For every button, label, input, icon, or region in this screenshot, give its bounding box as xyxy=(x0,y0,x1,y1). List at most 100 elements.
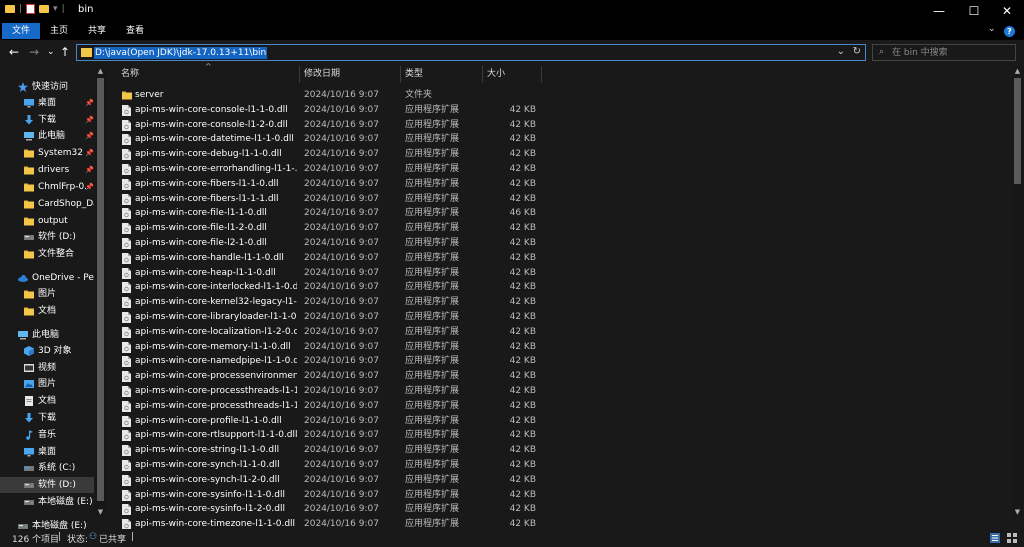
file-row[interactable]: api-ms-win-core-console-l1-1-0.dll 2024/1… xyxy=(113,103,553,118)
customize-dropdown-icon[interactable]: ▾ xyxy=(53,4,58,14)
file-row[interactable]: api-ms-win-core-file-l2-1-0.dll 2024/10/1… xyxy=(113,236,553,251)
nav-item[interactable]: 系统 (C:) xyxy=(0,460,94,476)
minimize-button[interactable]: — xyxy=(922,0,956,22)
file-row[interactable]: api-ms-win-core-debug-l1-1-0.dll 2024/10/… xyxy=(113,147,553,162)
file-row[interactable]: api-ms-win-core-fibers-l1-1-1.dll 2024/10… xyxy=(113,192,553,207)
column-header-name[interactable]: 名称 xyxy=(121,66,139,83)
nav-item[interactable]: CardShop_Da xyxy=(0,196,94,212)
scroll-up-icon[interactable]: ▲ xyxy=(95,66,106,76)
file-row[interactable]: api-ms-win-core-processthreads-l1-1... 20… xyxy=(113,384,553,399)
nav-item[interactable]: 桌面 📌 xyxy=(0,95,94,111)
file-type: 应用程序扩展 xyxy=(405,282,460,293)
file-row[interactable]: api-ms-win-core-datetime-l1-1-0.dll 2024/… xyxy=(113,132,553,147)
up-icon[interactable]: ↑ xyxy=(60,45,70,59)
column-divider[interactable] xyxy=(482,66,483,83)
file-row[interactable]: api-ms-win-core-sysinfo-l1-2-0.dll 2024/1… xyxy=(113,502,553,517)
list-scrollbar[interactable]: ▲ ▼ xyxy=(1012,66,1023,517)
file-row[interactable]: api-ms-win-core-localization-l1-2-0.dll 2… xyxy=(113,325,553,340)
nav-item[interactable]: 本地磁盘 (E:) xyxy=(0,494,94,510)
nav-item[interactable]: 3D 对象 xyxy=(0,343,94,359)
tab-share[interactable]: 共享 xyxy=(78,23,116,39)
column-header-date[interactable]: 修改日期 xyxy=(304,66,340,83)
file-name: api-ms-win-core-file-l2-1-0.dll xyxy=(135,238,267,248)
nav-item[interactable]: 文档 xyxy=(0,393,94,409)
nav-item[interactable]: System32 📌 xyxy=(0,145,94,161)
nav-item[interactable]: 此电脑 📌 xyxy=(0,128,94,144)
search-box[interactable]: ⌕ xyxy=(872,44,1016,61)
nav-item[interactable]: output xyxy=(0,213,94,229)
file-row[interactable]: api-ms-win-core-fibers-l1-1-0.dll 2024/10… xyxy=(113,177,553,192)
nav-item[interactable]: ChmlFrp-0. 📌 xyxy=(0,179,94,195)
scroll-down-icon[interactable]: ▼ xyxy=(1012,507,1023,517)
file-row[interactable]: api-ms-win-core-namedpipe-l1-1-0.dll 2024… xyxy=(113,354,553,369)
column-divider[interactable] xyxy=(400,66,401,83)
close-button[interactable]: ✕ xyxy=(990,0,1024,22)
file-date: 2024/10/16 9:07 xyxy=(304,371,379,382)
new-folder-icon[interactable] xyxy=(39,5,50,13)
column-divider[interactable] xyxy=(541,66,542,83)
file-row[interactable]: api-ms-win-core-synch-l1-1-0.dll 2024/10/… xyxy=(113,458,553,473)
folder-icon xyxy=(24,289,34,299)
nav-item[interactable]: 图片 xyxy=(0,286,94,302)
scroll-up-icon[interactable]: ▲ xyxy=(1012,66,1023,76)
file-row[interactable]: api-ms-win-core-processenvironmen... 2024… xyxy=(113,369,553,384)
file-row[interactable]: api-ms-win-core-profile-l1-1-0.dll 2024/1… xyxy=(113,414,553,429)
address-dropdown-icon[interactable]: ⌄ xyxy=(837,46,845,57)
search-input[interactable] xyxy=(892,46,1010,59)
file-row[interactable]: api-ms-win-core-libraryloader-l1-1-0....… xyxy=(113,310,553,325)
nav-item[interactable]: 软件 (D:) xyxy=(0,477,94,493)
expand-ribbon-icon[interactable]: ⌄ xyxy=(988,24,996,34)
nav-scrollbar[interactable]: ▲ ▼ xyxy=(95,66,106,517)
file-row[interactable]: api-ms-win-core-memory-l1-1-0.dll 2024/10… xyxy=(113,340,553,355)
help-icon[interactable]: ? xyxy=(1004,26,1015,37)
details-view-icon[interactable] xyxy=(990,533,1000,543)
file-row[interactable]: api-ms-win-core-synch-l1-2-0.dll 2024/10/… xyxy=(113,473,553,488)
file-row[interactable]: api-ms-win-core-interlocked-l1-1-0.dll 20… xyxy=(113,280,553,295)
maximize-button[interactable]: ☐ xyxy=(957,0,991,22)
nav-item[interactable]: 视频 xyxy=(0,360,94,376)
file-row[interactable]: api-ms-win-core-processthreads-l1-1... 20… xyxy=(113,399,553,414)
tab-file[interactable]: 文件 xyxy=(2,23,40,39)
file-row[interactable]: api-ms-win-core-heap-l1-1-0.dll 2024/10/1… xyxy=(113,266,553,281)
tab-home[interactable]: 主页 xyxy=(40,23,78,39)
column-header-size[interactable]: 大小 xyxy=(487,66,505,83)
nav-item[interactable]: 软件 (D:) xyxy=(0,229,94,245)
list-scroll-thumb[interactable] xyxy=(1014,78,1021,184)
nav-item[interactable]: 桌面 xyxy=(0,444,94,460)
tab-view[interactable]: 查看 xyxy=(116,23,154,39)
file-row[interactable]: api-ms-win-core-file-l1-1-0.dll 2024/10/1… xyxy=(113,206,553,221)
recent-locations-icon[interactable]: ⌄ xyxy=(47,47,55,57)
refresh-icon[interactable]: ↻ xyxy=(853,46,861,57)
download-icon xyxy=(24,413,34,423)
file-row[interactable]: api-ms-win-core-kernel32-legacy-l1-... 20… xyxy=(113,295,553,310)
nav-item[interactable]: 音乐 xyxy=(0,427,94,443)
file-row[interactable]: api-ms-win-core-sysinfo-l1-1-0.dll 2024/1… xyxy=(113,488,553,503)
nav-item[interactable]: drivers 📌 xyxy=(0,162,94,178)
file-row[interactable]: api-ms-win-core-file-l1-2-0.dll 2024/10/1… xyxy=(113,221,553,236)
address-bar[interactable]: D:\java(Open JDK)\jdk-17.0.13+11\bin ⌄ ↻ xyxy=(76,44,866,61)
file-row[interactable]: api-ms-win-core-handle-l1-1-0.dll 2024/10… xyxy=(113,251,553,266)
nav-scroll-thumb[interactable] xyxy=(97,78,104,501)
large-icons-view-icon[interactable] xyxy=(1007,533,1017,543)
properties-icon[interactable] xyxy=(26,4,36,14)
nav-item[interactable]: 图片 xyxy=(0,376,94,392)
back-icon[interactable]: ← xyxy=(9,45,19,59)
nav-item[interactable]: 下载 xyxy=(0,410,94,426)
column-divider[interactable] xyxy=(299,66,300,83)
column-header-type[interactable]: 类型 xyxy=(405,66,423,83)
nav-item[interactable]: 此电脑 xyxy=(0,327,94,343)
address-path[interactable]: D:\java(Open JDK)\jdk-17.0.13+11\bin xyxy=(94,47,268,59)
file-row[interactable]: api-ms-win-core-string-l1-1-0.dll 2024/10… xyxy=(113,443,553,458)
nav-item[interactable]: 快速访问 xyxy=(0,79,94,95)
file-row[interactable]: api-ms-win-core-rtlsupport-l1-1-0.dll 202… xyxy=(113,428,553,443)
file-row[interactable]: server 2024/10/16 9:07 文件夹 xyxy=(113,88,553,103)
nav-item[interactable]: 文档 xyxy=(0,303,94,319)
file-row[interactable]: api-ms-win-core-console-l1-2-0.dll 2024/1… xyxy=(113,118,553,133)
file-row[interactable]: api-ms-win-core-errorhandling-l1-1-... 20… xyxy=(113,162,553,177)
scroll-down-icon[interactable]: ▼ xyxy=(95,507,106,517)
forward-icon[interactable]: → xyxy=(29,45,39,59)
nav-item[interactable]: 下载 📌 xyxy=(0,112,94,128)
nav-item[interactable]: 文件整合 xyxy=(0,246,94,262)
nav-item[interactable]: OneDrive - Per xyxy=(0,270,94,286)
folder-icon[interactable] xyxy=(5,5,15,13)
